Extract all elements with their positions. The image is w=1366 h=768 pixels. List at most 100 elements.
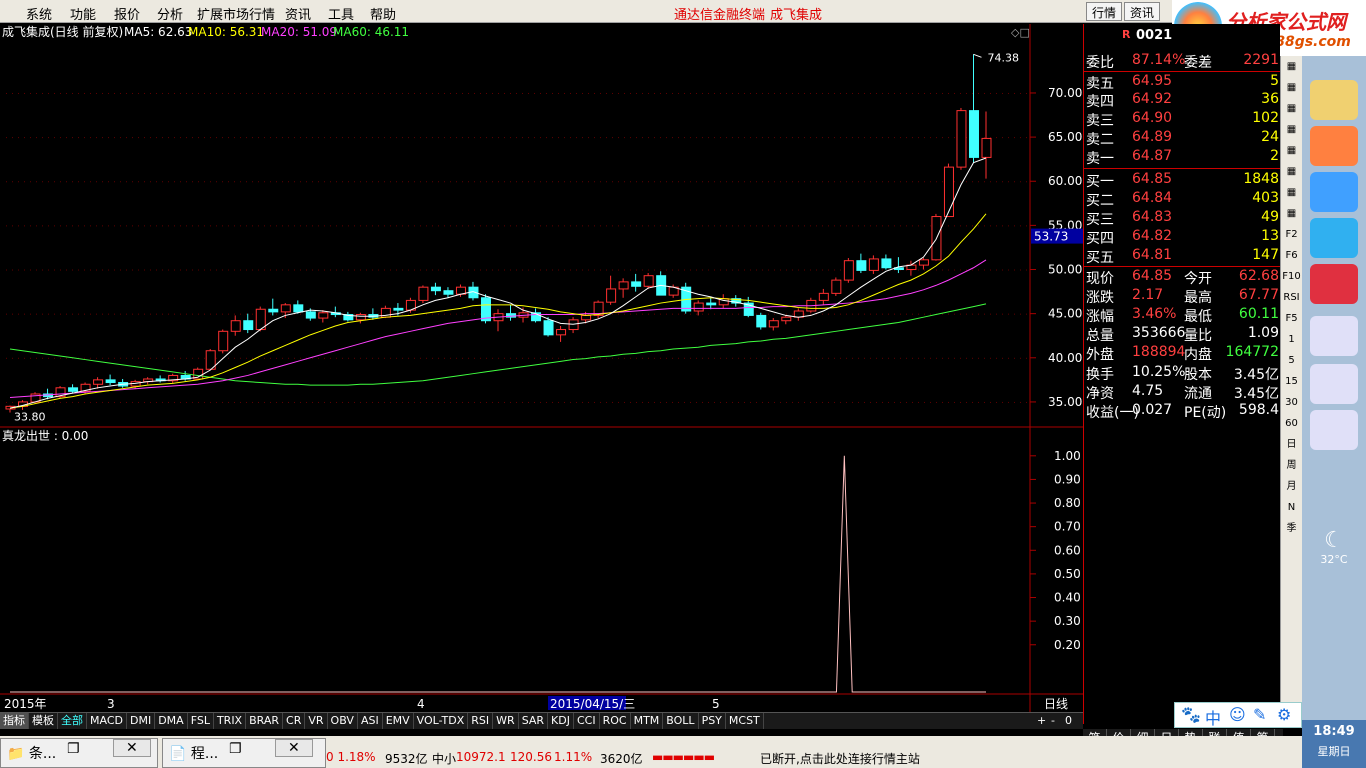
- period-button[interactable]: F5: [1281, 308, 1302, 329]
- connection-status[interactable]: 已断开,点击此处连接行情主站: [760, 750, 920, 767]
- menu-analysis[interactable]: 分析: [157, 4, 183, 23]
- indicator-tab[interactable]: KDJ: [548, 713, 574, 729]
- pen-icon[interactable]: ✎: [1253, 705, 1266, 724]
- indicator-tab[interactable]: WR: [493, 713, 519, 729]
- grid-dot: [690, 137, 691, 139]
- period-button[interactable]: 15: [1281, 371, 1302, 392]
- paw-icon[interactable]: 🐾: [1181, 705, 1201, 724]
- emoji-icon[interactable]: ☺: [1229, 705, 1246, 724]
- chinese-mode-icon[interactable]: 中: [1205, 705, 1221, 729]
- grid-dot: [858, 401, 859, 403]
- period-button[interactable]: F10: [1281, 266, 1302, 287]
- period-button[interactable]: 1: [1281, 329, 1302, 350]
- indicator-tab[interactable]: PSY: [699, 713, 726, 729]
- indicator-tab[interactable]: VOL-TDX: [414, 713, 469, 729]
- task-window-2[interactable]: 📄 程... ❐ ✕: [162, 738, 326, 768]
- palette-icon[interactable]: [1310, 364, 1358, 404]
- tool-icon[interactable]: ▦: [1281, 161, 1302, 182]
- close-icon[interactable]: ✕: [113, 739, 151, 757]
- indicator-tab[interactable]: MCST: [726, 713, 764, 729]
- app-icon[interactable]: [1310, 126, 1358, 166]
- zoom-tab[interactable]: 0: [1062, 713, 1075, 729]
- menu-news[interactable]: 资讯: [285, 4, 311, 23]
- palette-icon[interactable]: [1310, 316, 1358, 356]
- browser-icon[interactable]: [1310, 172, 1358, 212]
- indicator-tab[interactable]: MTM: [631, 713, 664, 729]
- tdx-icon[interactable]: [1310, 264, 1358, 304]
- grid-dot: [558, 269, 559, 271]
- palette-icon[interactable]: [1310, 410, 1358, 450]
- tool-icon[interactable]: ▦: [1281, 140, 1302, 161]
- candle-body: [918, 259, 929, 266]
- period-button[interactable]: F2: [1281, 224, 1302, 245]
- ime-toolbar[interactable]: 🐾 中 ☺ ✎ ⚙: [1174, 702, 1302, 728]
- diamond-icon[interactable]: ◇□: [1011, 26, 1030, 39]
- period-button[interactable]: 季: [1281, 518, 1302, 539]
- grid-dot: [498, 357, 499, 359]
- menu-function[interactable]: 功能: [70, 4, 96, 23]
- tool-icon[interactable]: ▦: [1281, 182, 1302, 203]
- tool-icon[interactable]: ▦: [1281, 119, 1302, 140]
- period-button[interactable]: 月: [1281, 476, 1302, 497]
- indicator-tab[interactable]: 指标: [0, 713, 29, 729]
- indicator-tab[interactable]: CR: [283, 713, 306, 729]
- grid-dot: [942, 357, 943, 359]
- period-button[interactable]: RSI: [1281, 287, 1302, 308]
- grid-dot: [72, 313, 73, 315]
- folder-icon[interactable]: [1310, 80, 1358, 120]
- grid-dot: [510, 269, 511, 271]
- period-button[interactable]: 5: [1281, 350, 1302, 371]
- indicator-tab[interactable]: 全部: [58, 713, 87, 729]
- indicator-tab[interactable]: RSI: [468, 713, 494, 729]
- indicator-tab[interactable]: FSL: [188, 713, 214, 729]
- indicator-tab[interactable]: MACD: [87, 713, 127, 729]
- grid-dot: [180, 181, 181, 183]
- grid-dot: [696, 269, 697, 271]
- quote-button[interactable]: 行情: [1086, 2, 1123, 21]
- period-button[interactable]: 周: [1281, 455, 1302, 476]
- period-button[interactable]: 日: [1281, 434, 1302, 455]
- period-button[interactable]: 60: [1281, 413, 1302, 434]
- indicator-tab[interactable]: DMA: [155, 713, 188, 729]
- period-button[interactable]: N: [1281, 497, 1302, 518]
- menu-system[interactable]: 系统: [26, 4, 52, 23]
- tool-icon[interactable]: ▦: [1281, 98, 1302, 119]
- task-window-1[interactable]: 📁 条... ❐ ✕: [0, 738, 158, 768]
- chart-area[interactable]: 35.00 40.00 45.00 50.00 55.00 60.00 65.00 70.00…: [0, 24, 1083, 713]
- gear-icon[interactable]: ⚙: [1277, 705, 1291, 724]
- indicator-tab[interactable]: VR: [305, 713, 328, 729]
- close-icon[interactable]: ✕: [275, 739, 313, 757]
- zoom-tab[interactable]: +: [1034, 713, 1049, 729]
- news-button[interactable]: 资讯: [1124, 2, 1161, 21]
- menu-help[interactable]: 帮助: [370, 4, 396, 23]
- grid-dot: [654, 181, 655, 183]
- grid-dot: [84, 181, 85, 183]
- indicator-tab[interactable]: 模板: [29, 713, 58, 729]
- restore-icon[interactable]: ❐: [67, 741, 80, 757]
- grid-dot: [372, 181, 373, 183]
- zoom-tab[interactable]: -: [1048, 713, 1058, 729]
- menu-quote[interactable]: 报价: [114, 4, 140, 23]
- menu-extended-market[interactable]: 扩展市场行情: [197, 4, 275, 23]
- period-button[interactable]: F6: [1281, 245, 1302, 266]
- tool-icon[interactable]: ▦: [1281, 203, 1302, 224]
- notes-icon[interactable]: [1310, 218, 1358, 258]
- indicator-tab[interactable]: OBV: [328, 713, 358, 729]
- menu-tools[interactable]: 工具: [328, 4, 354, 23]
- grid-dot: [114, 225, 115, 227]
- restore-icon[interactable]: ❐: [229, 741, 242, 757]
- period-button[interactable]: 30: [1281, 392, 1302, 413]
- indicator-tab[interactable]: ASI: [358, 713, 383, 729]
- indicator-tab[interactable]: TRIX: [214, 713, 247, 729]
- indicator-tab[interactable]: DMI: [127, 713, 156, 729]
- indicator-tab[interactable]: CCI: [574, 713, 600, 729]
- kline-chart[interactable]: 35.0040.0045.0050.0055.0060.0065.0070.00…: [0, 24, 1083, 713]
- grid-dot: [258, 181, 259, 183]
- tool-icon[interactable]: ▦: [1281, 56, 1302, 77]
- indicator-tab[interactable]: BRAR: [246, 713, 284, 729]
- indicator-tab[interactable]: EMV: [383, 713, 414, 729]
- tool-icon[interactable]: ▦: [1281, 77, 1302, 98]
- indicator-tab[interactable]: BOLL: [663, 713, 699, 729]
- indicator-tab[interactable]: SAR: [519, 713, 549, 729]
- indicator-tab[interactable]: ROC: [600, 713, 631, 729]
